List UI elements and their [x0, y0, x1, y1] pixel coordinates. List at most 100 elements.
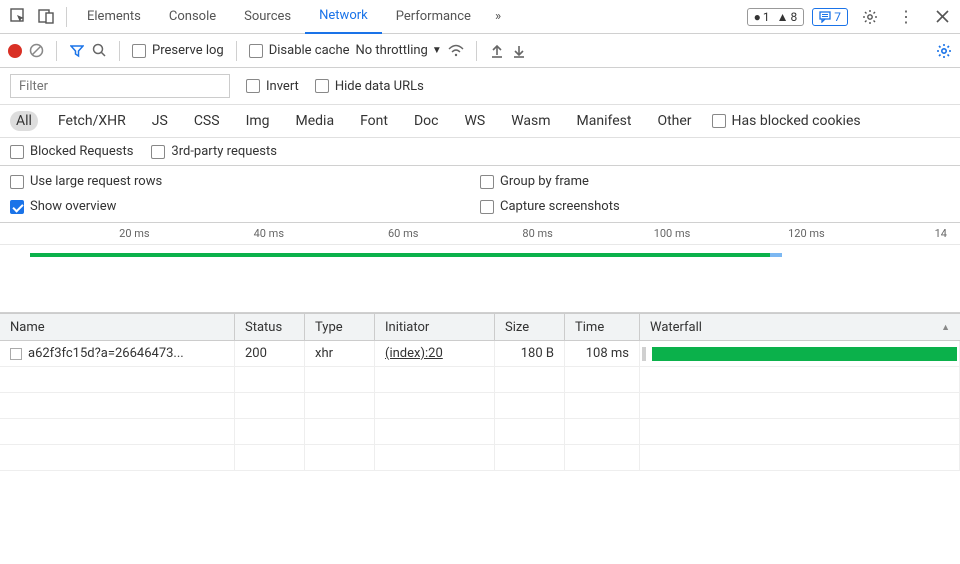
table-row-empty — [0, 393, 960, 419]
col-time[interactable]: Time — [565, 314, 640, 340]
group-by-frame-checkbox[interactable]: Group by frame — [480, 174, 950, 189]
separator — [66, 7, 67, 27]
timeline-ticks: 20 ms 40 ms 60 ms 80 ms 100 ms 120 ms 14 — [0, 223, 960, 245]
tab-elements[interactable]: Elements — [73, 0, 155, 34]
timeline-bar-tail — [770, 253, 782, 257]
checkbox-icon — [712, 114, 726, 128]
col-size[interactable]: Size — [495, 314, 565, 340]
tick: 60 ms — [388, 227, 418, 240]
col-initiator[interactable]: Initiator — [375, 314, 495, 340]
cell-time: 108 ms — [565, 341, 640, 366]
filter-input[interactable] — [10, 74, 230, 98]
type-wasm[interactable]: Wasm — [505, 111, 556, 131]
checkbox-icon — [480, 200, 494, 214]
col-type[interactable]: Type — [305, 314, 375, 340]
type-doc[interactable]: Doc — [408, 111, 445, 131]
filter-toggle-icon[interactable] — [69, 43, 85, 59]
type-font[interactable]: Font — [354, 111, 394, 131]
hide-data-urls-label: Hide data URLs — [335, 79, 424, 94]
blocked-requests-checkbox[interactable]: Blocked Requests — [10, 144, 133, 159]
waterfall-bar-icon — [652, 347, 957, 361]
close-devtools-icon[interactable] — [928, 3, 956, 31]
type-js[interactable]: JS — [146, 111, 174, 131]
cell-status: 200 — [235, 341, 305, 366]
disable-cache-checkbox[interactable]: Disable cache — [249, 43, 350, 58]
error-count: 1 — [763, 10, 770, 24]
show-overview-checkbox[interactable]: Show overview — [10, 199, 480, 214]
tab-performance[interactable]: Performance — [382, 0, 485, 34]
kebab-menu-icon[interactable]: ⋮ — [892, 3, 920, 31]
table-row[interactable]: a62f3fc15d?a=26646473... 200 xhr (index)… — [0, 341, 960, 367]
tick: 40 ms — [254, 227, 284, 240]
type-all[interactable]: All — [10, 111, 38, 131]
clear-button[interactable] — [28, 43, 44, 59]
separator — [476, 41, 477, 61]
third-party-label: 3rd-party requests — [171, 144, 277, 159]
search-icon[interactable] — [91, 43, 107, 59]
cell-type: xhr — [305, 341, 375, 366]
cell-initiator: (index):20 — [375, 341, 495, 366]
network-settings-icon[interactable] — [936, 43, 952, 59]
type-media[interactable]: Media — [290, 111, 341, 131]
tick: 100 ms — [654, 227, 691, 240]
record-button[interactable] — [8, 44, 22, 58]
export-har-icon[interactable] — [511, 43, 527, 59]
more-tabs-icon[interactable]: » — [485, 9, 511, 24]
cell-size: 180 B — [495, 341, 565, 366]
tab-sources[interactable]: Sources — [230, 0, 305, 34]
request-name: a62f3fc15d?a=26646473... — [28, 346, 184, 361]
errors-warnings-badge[interactable]: ●1 ▲8 — [747, 8, 805, 26]
checkbox-icon — [480, 175, 494, 189]
type-ws[interactable]: WS — [458, 111, 491, 131]
blocked-requests-label: Blocked Requests — [30, 144, 133, 159]
blocked-row: Blocked Requests 3rd-party requests — [0, 138, 960, 166]
invert-checkbox[interactable]: Invert — [246, 79, 299, 94]
cell-name: a62f3fc15d?a=26646473... — [0, 341, 235, 366]
row-checkbox-icon[interactable] — [10, 348, 22, 360]
checkbox-icon — [249, 44, 263, 58]
type-fetch-xhr[interactable]: Fetch/XHR — [52, 111, 132, 131]
checkbox-icon — [132, 44, 146, 58]
type-manifest[interactable]: Manifest — [571, 111, 638, 131]
table-row-empty — [0, 419, 960, 445]
type-img[interactable]: Img — [240, 111, 276, 131]
checkbox-icon — [315, 79, 329, 93]
checkbox-icon — [151, 145, 165, 159]
has-blocked-cookies-checkbox[interactable]: Has blocked cookies — [712, 113, 861, 129]
checkbox-icon — [10, 145, 24, 159]
tab-console[interactable]: Console — [155, 0, 230, 34]
hide-data-urls-checkbox[interactable]: Hide data URLs — [315, 79, 424, 94]
capture-screenshots-checkbox[interactable]: Capture screenshots — [480, 199, 950, 214]
throttling-label: No throttling — [356, 43, 428, 58]
device-toggle-icon[interactable] — [32, 3, 60, 31]
issues-badge[interactable]: 7 — [812, 8, 848, 26]
disable-cache-label: Disable cache — [269, 43, 350, 58]
tab-network[interactable]: Network — [305, 0, 382, 34]
throttling-select[interactable]: No throttling ▼ — [356, 43, 442, 58]
timeline-overview[interactable]: 20 ms 40 ms 60 ms 80 ms 100 ms 120 ms 14 — [0, 223, 960, 313]
inspect-element-icon[interactable] — [4, 3, 32, 31]
col-status[interactable]: Status — [235, 314, 305, 340]
large-rows-label: Use large request rows — [30, 174, 162, 189]
checkbox-icon — [10, 175, 24, 189]
col-waterfall[interactable]: Waterfall — [640, 314, 960, 340]
network-conditions-icon[interactable] — [448, 43, 464, 59]
options-row: Use large request rows Show overview Gro… — [0, 166, 960, 223]
invert-label: Invert — [266, 79, 299, 94]
third-party-checkbox[interactable]: 3rd-party requests — [151, 144, 277, 159]
warning-count: 8 — [791, 10, 798, 24]
main-tabs-bar: Elements Console Sources Network Perform… — [0, 0, 960, 34]
type-css[interactable]: CSS — [188, 111, 226, 131]
initiator-link[interactable]: (index):20 — [385, 346, 443, 361]
preserve-log-label: Preserve log — [152, 43, 224, 58]
settings-gear-icon[interactable] — [856, 3, 884, 31]
separator — [56, 41, 57, 61]
import-har-icon[interactable] — [489, 43, 505, 59]
chevron-down-icon: ▼ — [432, 45, 442, 56]
preserve-log-checkbox[interactable]: Preserve log — [132, 43, 224, 58]
warning-triangle-icon: ▲ — [777, 10, 789, 24]
large-rows-checkbox[interactable]: Use large request rows — [10, 174, 480, 189]
col-name[interactable]: Name — [0, 314, 235, 340]
tick: 80 ms — [522, 227, 552, 240]
type-other[interactable]: Other — [651, 111, 697, 131]
